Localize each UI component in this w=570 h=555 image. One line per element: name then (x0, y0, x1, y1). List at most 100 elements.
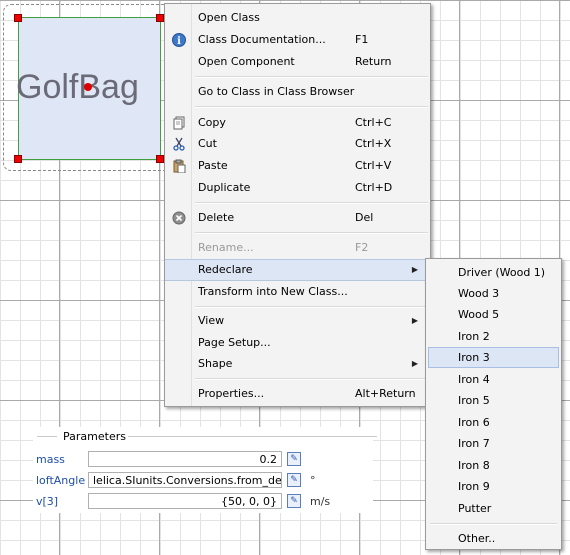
menu-item-shortcut: Ctrl+V (355, 159, 392, 172)
menu-item-label: Open Component (198, 55, 295, 68)
menu-item-label: Go to Class in Class Browser (198, 85, 355, 98)
submenu-item-label: Iron 3 (458, 351, 490, 364)
submenu-item-iron-6[interactable]: Iron 6 (426, 412, 561, 433)
menu-item-label: Copy (198, 116, 226, 129)
info-icon: i (172, 33, 186, 47)
menu-separator (195, 306, 428, 308)
submenu-item-label: Wood 3 (458, 287, 500, 300)
menu-item-label: Properties... (198, 387, 265, 400)
param-label-loft-angle: loftAngle (36, 474, 86, 487)
menu-item-label: Open Class (198, 11, 260, 24)
param-field-loft-angle[interactable]: lelica.SIunits.Conversions.from_deg(11) (88, 472, 282, 488)
menu-item-copy[interactable]: Copy Ctrl+C (165, 112, 430, 134)
submenu-item-iron-8[interactable]: Iron 8 (426, 455, 561, 476)
edit-icon[interactable]: ✎ (287, 452, 301, 466)
menu-item-label: Delete (198, 211, 235, 224)
menu-item-open-component[interactable]: Open Component Return (165, 51, 430, 73)
resize-handle-bottom-left[interactable] (14, 155, 22, 163)
menu-item-page-setup[interactable]: Page Setup... (165, 332, 430, 354)
submenu-item-iron-9[interactable]: Iron 9 (426, 476, 561, 497)
menu-item-paste[interactable]: Paste Ctrl+V (165, 155, 430, 177)
submenu-item-driver-wood-1[interactable]: Driver (Wood 1) (426, 262, 561, 283)
delete-icon (172, 211, 186, 225)
menu-item-properties[interactable]: Properties... Alt+Return (165, 383, 430, 405)
menu-separator (195, 202, 428, 204)
menu-item-transform-into-new-class[interactable]: Transform into New Class... (165, 281, 430, 303)
menu-separator (430, 523, 557, 525)
submenu-item-label: Iron 2 (458, 330, 490, 343)
submenu-item-iron-5[interactable]: Iron 5 (426, 390, 561, 411)
submenu-item-label: Wood 5 (458, 308, 500, 321)
submenu-item-label: Iron 6 (458, 416, 490, 429)
param-unit-loft-angle: ° (310, 474, 316, 487)
menu-item-shortcut: Ctrl+X (355, 137, 392, 150)
submenu-item-label: Other.. (458, 532, 496, 545)
menu-item-label: Rename... (198, 241, 254, 254)
resize-handle-bottom-right[interactable] (156, 155, 164, 163)
scissors-icon (172, 137, 186, 151)
parameters-title: Parameters (61, 430, 128, 443)
submenu-item-wood-3[interactable]: Wood 3 (426, 283, 561, 304)
menu-item-label: View (198, 314, 225, 327)
submenu-item-wood-5[interactable]: Wood 5 (426, 304, 561, 325)
menu-item-label: Paste (198, 159, 228, 172)
edit-icon[interactable]: ✎ (287, 473, 301, 487)
submenu-item-label: Iron 7 (458, 437, 490, 450)
param-label-velocity: v[3] (36, 495, 59, 508)
submenu-item-iron-7[interactable]: Iron 7 (426, 433, 561, 454)
edit-icon[interactable]: ✎ (287, 494, 301, 508)
submenu-item-iron-2[interactable]: Iron 2 (426, 326, 561, 347)
menu-separator (195, 232, 428, 234)
menu-item-shortcut: Return (355, 55, 392, 68)
menu-item-shortcut: Del (355, 211, 374, 224)
menu-item-view[interactable]: View ▶ (165, 310, 430, 332)
menu-separator (195, 378, 428, 380)
component-origin-dot (84, 83, 92, 91)
param-field-mass[interactable]: 0.2 (88, 451, 282, 467)
copy-icon (172, 116, 186, 130)
paste-icon (172, 159, 186, 174)
submenu-arrow-icon: ▶ (411, 316, 418, 325)
menu-item-open-class[interactable]: Open Class (165, 7, 430, 29)
menu-item-cut[interactable]: Cut Ctrl+X (165, 133, 430, 155)
menu-item-label: Cut (198, 137, 217, 150)
param-field-velocity[interactable]: {50, 0, 0} (88, 493, 282, 509)
menu-item-rename[interactable]: Rename... F2 (165, 237, 430, 259)
submenu-item-other[interactable]: Other.. (426, 528, 561, 549)
redeclare-submenu: Driver (Wood 1) Wood 3 Wood 5 Iron 2 Iro… (425, 258, 562, 550)
svg-text:i: i (177, 36, 181, 47)
param-unit-velocity: m/s (310, 495, 331, 508)
submenu-item-putter[interactable]: Putter (426, 498, 561, 519)
menu-item-duplicate[interactable]: Duplicate Ctrl+D (165, 177, 430, 199)
menu-item-label: Page Setup... (198, 336, 271, 349)
submenu-arrow-icon: ▶ (411, 265, 418, 274)
param-label-mass: mass (36, 453, 65, 466)
submenu-item-label: Iron 5 (458, 394, 490, 407)
menu-separator (195, 76, 428, 78)
resize-handle-top-right[interactable] (156, 14, 164, 22)
submenu-item-iron-4[interactable]: Iron 4 (426, 369, 561, 390)
submenu-item-label: Iron 8 (458, 459, 490, 472)
context-menu: Open Class i Class Documentation... F1 O… (164, 3, 431, 407)
submenu-item-label: Putter (458, 502, 492, 515)
menu-item-label: Transform into New Class... (198, 285, 348, 298)
submenu-item-label: Iron 9 (458, 480, 490, 493)
submenu-item-label: Driver (Wood 1) (458, 266, 546, 279)
menu-item-redeclare[interactable]: Redeclare ▶ (165, 259, 430, 281)
menu-item-label: Class Documentation... (198, 33, 326, 46)
menu-item-shape[interactable]: Shape ▶ (165, 353, 430, 375)
menu-item-shortcut: Ctrl+D (355, 181, 393, 194)
submenu-item-label: Iron 4 (458, 373, 490, 386)
menu-item-label: Duplicate (198, 181, 251, 194)
menu-item-class-documentation[interactable]: i Class Documentation... F1 (165, 29, 430, 51)
menu-item-delete[interactable]: Delete Del (165, 207, 430, 229)
submenu-item-iron-3[interactable]: Iron 3 (428, 347, 559, 368)
menu-item-go-to-class-browser[interactable]: Go to Class in Class Browser (165, 81, 430, 103)
resize-handle-top-left[interactable] (14, 14, 22, 22)
menu-item-shortcut: Ctrl+C (355, 116, 392, 129)
menu-item-label: Shape (198, 357, 233, 370)
menu-separator (195, 106, 428, 108)
parameters-divider (119, 436, 377, 437)
submenu-arrow-icon: ▶ (411, 359, 418, 368)
menu-item-shortcut: Alt+Return (355, 387, 416, 400)
